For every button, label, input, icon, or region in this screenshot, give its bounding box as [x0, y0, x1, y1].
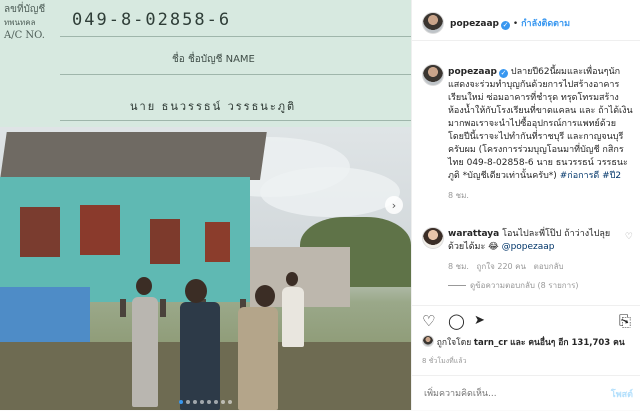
comment-username[interactable]: warattaya: [448, 229, 499, 239]
account-label-th-small: ทพนทคล: [4, 18, 36, 27]
carousel-dot: [221, 400, 225, 404]
action-bar: ♡ ◯ ➤ ⎘: [412, 305, 640, 336]
likes-summary: ถูกใจโดย tarn_cr และ คนอื่นๆ อีก 131,703…: [422, 335, 635, 349]
view-replies-button[interactable]: ดูข้อความตอบกลับ (8 รายการ): [448, 279, 621, 292]
verified-badge-icon: ✓: [499, 69, 508, 78]
carousel-dot: [193, 400, 197, 404]
header-separator: •: [512, 19, 519, 29]
caption-time: 8 ชม.: [448, 191, 469, 200]
add-comment-bar: โพสต์: [412, 375, 640, 411]
avatar[interactable]: [422, 64, 444, 86]
post-timestamp: 8 ชั่วโมงที่แล้ว: [422, 357, 467, 365]
caption-text: ปลายปี62นี้ผมและเพื่อนๆนักแสดงจะร่วมทำบุ…: [448, 67, 633, 181]
post-header: popezaap ✓ • กำลังติดตาม: [412, 0, 640, 41]
comment-heart-icon[interactable]: ♡: [625, 232, 633, 242]
avatar[interactable]: [422, 12, 444, 34]
post-image[interactable]: ลขที่บัญชี ทพนทคล A/C NO. 049-8-02858-6 …: [0, 0, 411, 410]
verified-badge-icon: ✓: [501, 21, 510, 30]
comment-time: 8 ชม.: [448, 262, 469, 271]
reply-button[interactable]: ตอบกลับ: [534, 262, 564, 271]
carousel-dot: [207, 400, 211, 404]
carousel-dot: [228, 400, 232, 404]
post-sidebar: popezaap ✓ • กำลังติดตาม popezaap ✓ ปลายปี…: [411, 0, 640, 410]
carousel-dot: [186, 400, 190, 404]
comment-input[interactable]: [422, 384, 586, 404]
account-label-en: A/C NO.: [4, 30, 45, 41]
caption: popezaap ✓ ปลายปี62นี้ผมและเพื่อนๆนักแสดง…: [448, 66, 633, 202]
header-username[interactable]: popezaap: [450, 19, 499, 29]
comment: warattaya โอนไปละพี่โป๊ป ถ้าว่างไปลุยด้ว…: [448, 228, 621, 292]
comments-list: popezaap ✓ ปลายปี62นี้ผมและเพื่อนๆนักแสดง…: [412, 42, 640, 304]
comment-likes[interactable]: ถูกใจ 220 คน: [477, 262, 526, 271]
avatar[interactable]: [422, 335, 434, 347]
name-label: ชื่อ ชื่อบัญชี NAME: [172, 54, 255, 65]
likes-count[interactable]: และ คนอื่นๆ อีก 131,703 คน: [510, 338, 625, 348]
account-owner-name: นาย ธนวรรธน์ วรรธนะภูติ: [130, 100, 297, 113]
chevron-right-icon[interactable]: ›: [385, 196, 403, 214]
caption-username[interactable]: popezaap: [448, 67, 497, 77]
likes-prefix: ถูกใจโดย: [436, 338, 472, 348]
instagram-post: ลขที่บัญชี ทพนทคล A/C NO. 049-8-02858-6 …: [0, 0, 640, 410]
hashtag-link[interactable]: #ก่อการดี: [560, 171, 600, 181]
mention-link[interactable]: @popezaap: [502, 242, 555, 252]
school-building-photo: [0, 127, 411, 410]
likes-user[interactable]: tarn_cr: [474, 338, 508, 348]
bank-passbook-photo: ลขที่บัญชี ทพนทคล A/C NO. 049-8-02858-6 …: [0, 0, 411, 127]
heart-icon[interactable]: ♡: [422, 312, 435, 330]
carousel-dot: [179, 400, 183, 404]
account-number: 049-8-02858-6: [72, 10, 232, 30]
avatar[interactable]: [422, 227, 444, 249]
carousel-indicator: [0, 400, 411, 404]
post-button[interactable]: โพสต์: [611, 387, 633, 401]
bookmark-icon[interactable]: ⎘: [619, 312, 631, 330]
account-label-th: ลขที่บัญชี: [4, 4, 46, 15]
carousel-dot: [200, 400, 204, 404]
hashtag-link[interactable]: #ปี2: [602, 171, 621, 181]
comment-icon[interactable]: ◯: [448, 312, 465, 330]
share-icon[interactable]: ➤: [474, 312, 485, 330]
following-button[interactable]: กำลังติดตาม: [521, 19, 570, 29]
carousel-dot: [214, 400, 218, 404]
